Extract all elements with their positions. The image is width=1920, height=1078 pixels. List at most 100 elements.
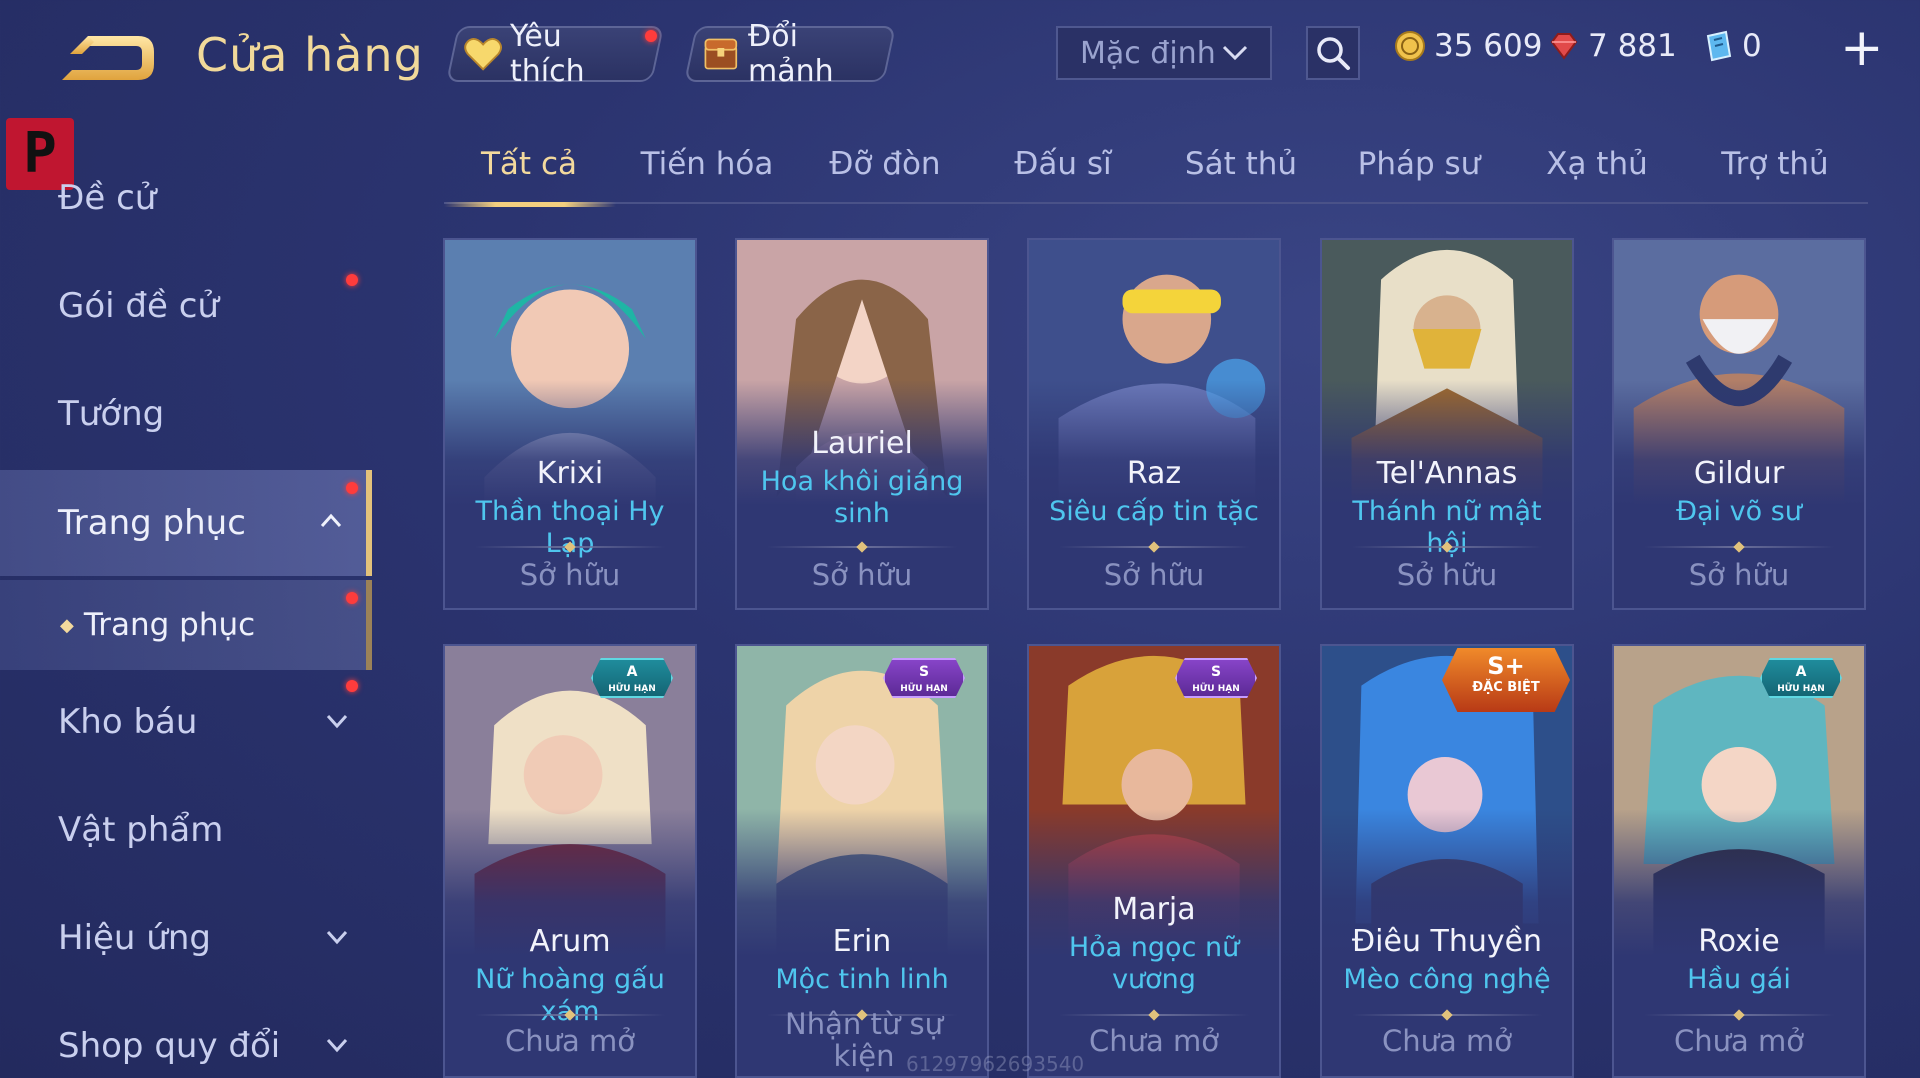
gold-balance: 35 609 <box>1394 28 1542 64</box>
ownership-status: Chưa mở <box>505 1024 635 1058</box>
chevron-down-icon <box>326 714 348 729</box>
page-title: Cửa hàng <box>196 28 424 82</box>
tab-mage[interactable]: Pháp sư <box>1334 146 1504 182</box>
badge-label: HỮU HẠN <box>900 684 948 694</box>
sidebar-item-label: Hiệu ứng <box>58 918 211 958</box>
badge-grade: S+ <box>1487 652 1525 680</box>
badge-label: HỮU HẠN <box>1777 684 1825 694</box>
tab-label: Trợ thủ <box>1721 146 1829 182</box>
sort-dropdown[interactable]: Mặc định <box>1056 26 1272 80</box>
favorites-label: Yêu thích <box>510 19 585 89</box>
red-gem-icon <box>1550 33 1578 60</box>
skin-card-arum[interactable]: A HỮU HẠN Arum Nữ hoàng gấu xám Chưa mở <box>443 644 697 1078</box>
badge-grade: S <box>918 664 930 680</box>
notification-dot <box>346 680 358 692</box>
tab-marksman[interactable]: Xạ thủ <box>1512 146 1682 182</box>
badge-label: HỮU HẠN <box>1192 684 1240 694</box>
tab-fighter[interactable]: Đấu sĩ <box>978 146 1148 182</box>
sidebar-item-exchange-shop[interactable]: Shop quy đổi <box>0 998 372 1078</box>
tab-support[interactable]: Trợ thủ <box>1690 146 1860 182</box>
sidebar-item-recommended-packs[interactable]: Gói đề cử <box>0 258 372 354</box>
chevron-down-icon <box>326 930 348 945</box>
active-tab-underline <box>444 202 616 207</box>
skin-card-krixi[interactable]: Krixi Thần thoại Hy Lạp Sở hữu <box>443 238 697 610</box>
tab-label: Pháp sư <box>1357 146 1481 182</box>
skin-name: Đại võ sư <box>1676 496 1802 527</box>
skin-card-erin[interactable]: S HỮU HẠN Erin Mộc tinh linh Nhận từ sự … <box>735 644 989 1078</box>
voucher-balance: 0 <box>1702 28 1762 64</box>
badge-label: HỮU HẠN <box>608 684 656 694</box>
voucher-value: 0 <box>1742 28 1762 64</box>
sidebar-item-label: Kho báu <box>58 702 198 742</box>
badge-grade: A <box>1795 664 1807 680</box>
skin-card-lauriel[interactable]: Lauriel Hoa khôi giáng sinh Sở hữu <box>735 238 989 610</box>
rarity-badge: A HỮU HẠN <box>1760 658 1842 698</box>
sidebar-item-heroes[interactable]: Tướng <box>0 366 372 462</box>
hero-name: Tel'Annas <box>1376 456 1518 491</box>
sidebar-item-label: Trang phục <box>83 607 256 643</box>
hero-name: Lauriel <box>811 426 913 461</box>
sidebar-item-label: Đề cử <box>58 178 157 218</box>
sidebar-item-label: Tướng <box>58 394 165 434</box>
back-button[interactable] <box>58 30 158 88</box>
add-currency-button[interactable]: + <box>1840 22 1884 74</box>
sidebar-item-recommended[interactable]: Đề cử <box>0 150 372 246</box>
exchange-fragments-button[interactable]: Đổi mảnh <box>684 19 896 89</box>
sidebar-subitem-skins[interactable]: ◆ Trang phục <box>0 580 372 670</box>
hero-name: Raz <box>1126 456 1182 491</box>
tab-label: Đấu sĩ <box>1014 146 1112 182</box>
tab-label: Tất cả <box>481 146 577 182</box>
ownership-status: Sở hữu <box>1688 558 1790 592</box>
sidebar-item-label: Gói đề cử <box>58 286 219 326</box>
skin-name: Hỏa ngọc nữ vương <box>1068 932 1240 995</box>
badge-grade: S <box>1210 664 1222 680</box>
skin-name: Siêu cấp tin tặc <box>1049 496 1259 527</box>
favorites-button[interactable]: Yêu thích <box>446 19 664 89</box>
rarity-badge: S HỮU HẠN <box>1175 658 1257 698</box>
role-tabs: Tất cả Tiến hóa Đỡ đòn Đấu sĩ Sát thủ Ph… <box>444 140 1868 207</box>
hero-name: Marja <box>1112 892 1196 927</box>
hero-name: Erin <box>832 924 892 959</box>
sidebar-item-effects[interactable]: Hiệu ứng <box>0 890 372 986</box>
hero-name: Arum <box>529 924 611 959</box>
tab-label: Đỡ đòn <box>829 146 941 182</box>
fragments-label: Đổi mảnh <box>747 19 834 89</box>
rarity-badge: S HỮU HẠN <box>883 658 965 698</box>
skin-card-roxie[interactable]: A HỮU HẠN Roxie Hầu gái Chưa mở <box>1612 644 1866 1078</box>
tab-label: Xạ thủ <box>1546 146 1648 182</box>
ownership-status: Sở hữu <box>519 558 621 592</box>
chevron-down-icon <box>326 1038 348 1053</box>
tab-tank[interactable]: Đỡ đòn <box>800 146 970 182</box>
skin-card-raz[interactable]: Raz Siêu cấp tin tặc Sở hữu <box>1027 238 1281 610</box>
notification-dot <box>346 482 358 494</box>
tab-evolution[interactable]: Tiến hóa <box>622 146 792 182</box>
back-arrow-icon <box>62 36 154 80</box>
chevron-down-icon <box>1222 45 1248 61</box>
ownership-status: Sở hữu <box>1396 558 1498 592</box>
gold-coin-icon <box>1395 31 1425 61</box>
sidebar-item-items[interactable]: Vật phẩm <box>0 782 372 878</box>
sidebar-item-skins[interactable]: Trang phục <box>0 470 372 576</box>
skin-name: Mộc tinh linh <box>775 964 949 995</box>
chest-icon <box>704 38 738 70</box>
notification-dot <box>346 592 358 604</box>
search-button[interactable] <box>1306 26 1360 80</box>
skin-name: Mèo công nghệ <box>1343 964 1551 995</box>
skin-card-marja[interactable]: S HỮU HẠN Marja Hỏa ngọc nữ vương Chưa m… <box>1027 644 1281 1078</box>
tab-assassin[interactable]: Sát thủ <box>1156 146 1326 182</box>
tab-all[interactable]: Tất cả <box>444 146 616 207</box>
skin-card-gildur[interactable]: Gildur Đại võ sư Sở hữu <box>1612 238 1866 610</box>
sidebar: Đề cử Gói đề cử Tướng Trang phục ◆ Trang… <box>0 140 372 1078</box>
skin-card-dieu-thuyen[interactable]: S+ ĐẶC BIỆT Điêu Thuyền Mèo công nghệ Ch… <box>1320 644 1574 1078</box>
notification-dot <box>346 274 358 286</box>
notification-dot <box>645 30 657 42</box>
search-icon <box>1317 37 1350 70</box>
sidebar-item-label: Shop quy đổi <box>58 1026 281 1066</box>
sidebar-item-label: Vật phẩm <box>58 810 224 850</box>
ownership-status: Sở hữu <box>1103 558 1205 592</box>
sidebar-item-treasure[interactable]: Kho báu <box>0 674 372 770</box>
skin-card-telannas[interactable]: Tel'Annas Thánh nữ mật hội Sở hữu <box>1320 238 1574 610</box>
gold-value: 35 609 <box>1434 28 1543 64</box>
tab-label: Tiến hóa <box>640 146 774 182</box>
hero-name: Điêu Thuyền <box>1351 924 1543 959</box>
